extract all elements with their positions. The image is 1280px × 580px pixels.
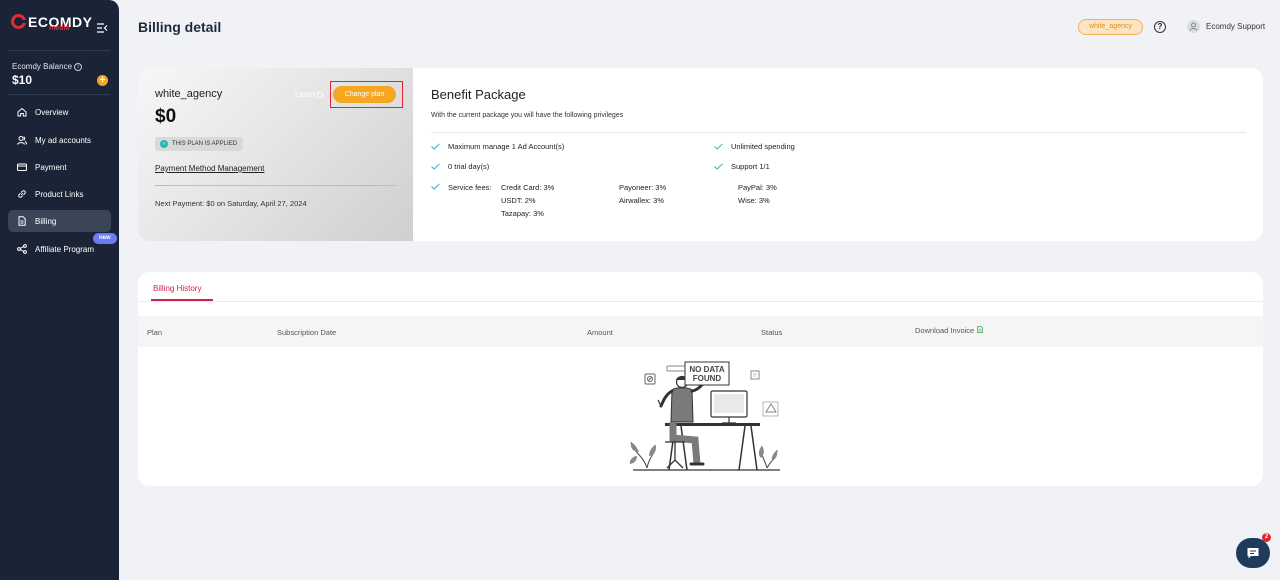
collapse-sidebar-icon[interactable] <box>97 20 108 33</box>
card-icon <box>17 162 27 172</box>
check-icon <box>431 183 440 190</box>
no-data-text: NO DATA <box>689 365 724 374</box>
benefit-item: Unlimited spending <box>714 142 795 151</box>
benefit-card: Benefit Package With the current package… <box>413 68 1263 241</box>
learn-label: Learn <box>295 90 316 99</box>
sidebar-divider <box>8 94 110 95</box>
home-icon <box>17 107 27 117</box>
chat-icon <box>1247 548 1259 559</box>
benefit-subtitle: With the current package you will have t… <box>431 112 624 119</box>
benefit-title: Benefit Package <box>431 87 526 102</box>
billing-history-card: Billing History Plan Subscription Date A… <box>138 272 1263 486</box>
learn-link[interactable]: Learn <box>295 90 324 99</box>
fee-item: USDT: 2% <box>501 196 536 205</box>
sidebar-item-label: Overview <box>35 107 69 117</box>
benefit-item: 0 trial day(s) <box>431 162 489 171</box>
check-icon <box>714 143 723 150</box>
sidebar-item-label: Payment <box>35 162 67 172</box>
plan-price: $0 <box>155 106 177 127</box>
balance-value: $10 <box>12 73 33 87</box>
plan-applied-badge: ✓ THIS PLAN IS APPLIED <box>155 137 244 151</box>
tab-divider <box>138 301 1263 302</box>
external-link-icon <box>317 91 324 98</box>
fee-item: PayPal: 3% <box>738 183 777 192</box>
change-plan-button[interactable]: Change plan <box>333 86 396 103</box>
table-header: Plan Subscription Date Amount Status Dow… <box>138 316 1263 347</box>
sidebar-divider <box>8 50 110 51</box>
benefit-text: 0 trial day(s) <box>448 162 490 171</box>
service-fees-label: Service fees: <box>448 183 492 192</box>
sidebar-item-product-links[interactable]: Product Links <box>8 183 111 205</box>
page-title: Billing detail <box>138 19 222 35</box>
benefit-divider <box>431 132 1246 133</box>
fee-item: Tazapay: 3% <box>501 209 544 218</box>
agency-plan-badge[interactable]: white_agency <box>1078 19 1143 35</box>
plan-name: white_agency <box>155 88 223 100</box>
fee-item: Payoneer: 3% <box>619 183 667 192</box>
sidebar-item-payment[interactable]: Payment <box>8 156 111 178</box>
plan-divider <box>155 185 397 186</box>
info-icon[interactable]: i <box>74 63 83 71</box>
payment-method-management-link[interactable]: Payment Method Management <box>155 164 264 173</box>
column-header-status[interactable]: Status <box>761 328 782 337</box>
sidebar: ECOMDY media Ecomdy Balance i $10 + Overv… <box>0 0 119 580</box>
tab-billing-history[interactable]: Billing History <box>153 284 201 293</box>
logo-mark-icon <box>11 14 26 29</box>
benefit-text: Maximum manage 1 Ad Account(s) <box>448 142 565 151</box>
check-icon <box>431 143 440 150</box>
column-header-amount[interactable]: Amount <box>587 328 613 337</box>
sidebar-item-label: My ad accounts <box>35 135 92 145</box>
plan-applied-label: THIS PLAN IS APPLIED <box>172 141 238 147</box>
check-icon <box>714 163 723 170</box>
service-fees-check <box>431 183 448 190</box>
column-header-download-invoice[interactable]: Download Invoice <box>915 326 984 335</box>
balance-label: Ecomdy Balance i <box>12 62 83 71</box>
link-icon <box>17 189 27 199</box>
benefit-item: Maximum manage 1 Ad Account(s) <box>431 142 564 151</box>
logo-subtext: media <box>49 25 70 32</box>
sidebar-item-label: Billing <box>35 216 57 226</box>
found-text: FOUND <box>693 374 722 383</box>
user-name[interactable]: Ecomdy Support <box>1206 22 1265 31</box>
sidebar-item-label: Affiliate Program <box>35 244 94 254</box>
no-data-illustration: NO DATA FOUND <box>629 361 780 471</box>
users-icon <box>17 135 27 145</box>
new-badge: new <box>93 233 117 244</box>
sidebar-item-label: Product Links <box>35 189 84 199</box>
chat-notification-badge: 2 <box>1262 533 1271 542</box>
column-header-plan[interactable]: Plan <box>147 328 162 337</box>
fee-item: Credit Card: 3% <box>501 183 555 192</box>
help-icon[interactable]: ? <box>1154 21 1166 33</box>
check-circle-icon: ✓ <box>160 140 168 148</box>
fee-item: Wise: 3% <box>738 196 770 205</box>
plan-card: white_agency $0 ✓ THIS PLAN IS APPLIED L… <box>138 68 413 241</box>
add-balance-button[interactable]: + <box>97 75 108 86</box>
sidebar-item-my-ad-accounts[interactable]: My ad accounts <box>8 129 111 151</box>
user-avatar[interactable] <box>1187 20 1200 33</box>
check-icon <box>431 163 440 170</box>
sidebar-item-overview[interactable]: Overview <box>8 101 111 123</box>
benefit-text: Unlimited spending <box>731 142 795 151</box>
benefit-text: Support 1/1 <box>731 162 770 171</box>
fee-item: Airwallex: 3% <box>619 196 665 205</box>
column-header-subscription-date[interactable]: Subscription Date <box>277 328 336 337</box>
download-invoice-label: Download Invoice <box>915 326 975 335</box>
benefit-item: Support 1/1 <box>714 162 770 171</box>
sidebar-item-billing[interactable]: Billing <box>8 210 111 232</box>
chat-button[interactable] <box>1236 538 1270 568</box>
document-icon <box>17 216 27 226</box>
share-icon <box>17 244 27 254</box>
invoice-file-icon <box>977 326 984 333</box>
next-payment-text: Next Payment: $0 on Saturday, April 27, … <box>155 199 307 208</box>
